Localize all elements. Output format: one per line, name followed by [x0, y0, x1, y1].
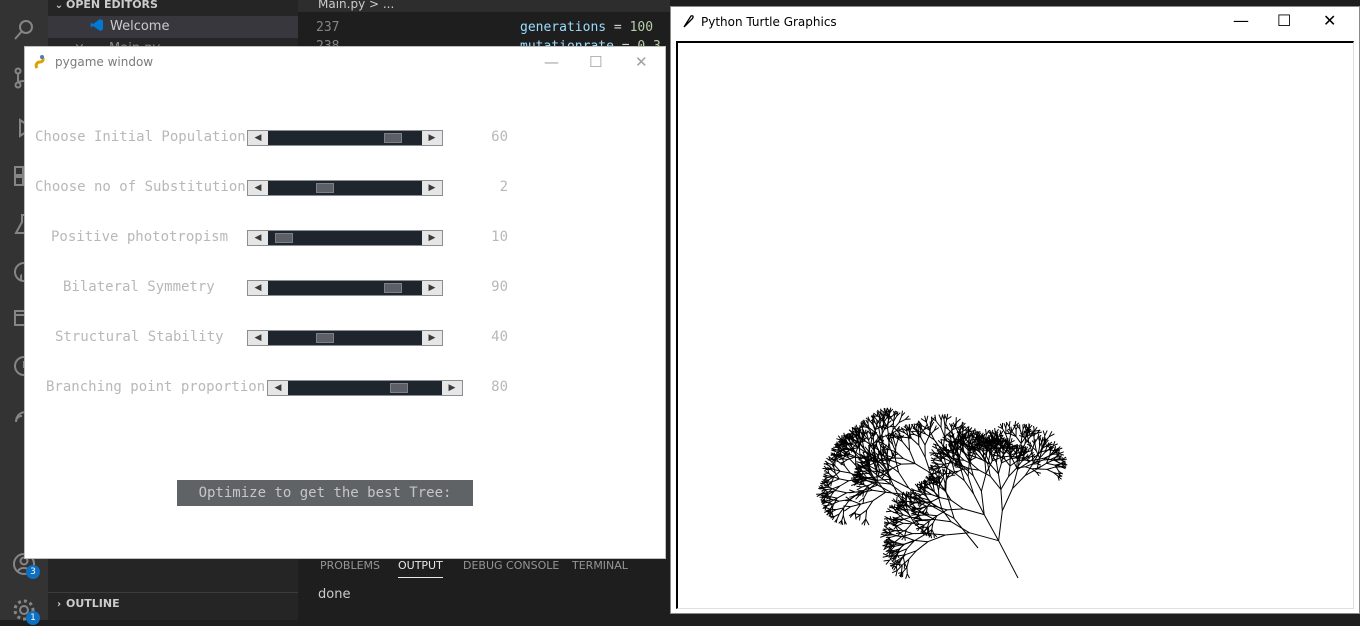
- slider-label: Bilateral Symmetry: [63, 279, 215, 295]
- arrow-right-icon[interactable]: ▶: [422, 231, 442, 245]
- tab-terminal[interactable]: TERMINAL: [572, 559, 628, 572]
- output-text: done: [318, 587, 350, 602]
- settings-badge: 1: [26, 611, 40, 625]
- line-number: 237: [316, 20, 339, 35]
- arrow-left-icon[interactable]: ◀: [268, 381, 288, 395]
- slider-value: 60: [468, 129, 508, 145]
- substitution-slider[interactable]: ◀ ▶: [247, 180, 443, 196]
- code-line[interactable]: generations = 100: [520, 20, 653, 35]
- arrow-left-icon[interactable]: ◀: [248, 181, 268, 195]
- slider-thumb[interactable]: [384, 133, 402, 143]
- slider-value: 40: [468, 329, 508, 345]
- arrow-right-icon[interactable]: ▶: [422, 281, 442, 295]
- tree-branches: [816, 408, 1067, 579]
- arrow-left-icon[interactable]: ◀: [248, 131, 268, 145]
- breadcrumb[interactable]: Main.py > ...: [318, 0, 394, 11]
- slider-label: Choose Initial Population: [35, 129, 246, 145]
- search-icon[interactable]: [12, 18, 36, 42]
- accounts-badge: 3: [26, 565, 40, 579]
- pygame-snake-icon: [33, 54, 49, 70]
- tab-problems[interactable]: PROBLEMS: [320, 559, 380, 572]
- arrow-right-icon[interactable]: ▶: [422, 131, 442, 145]
- slider-thumb[interactable]: [316, 183, 334, 193]
- slider-value: 10: [468, 229, 508, 245]
- arrow-right-icon[interactable]: ▶: [422, 331, 442, 345]
- slider-label: Branching point proportion: [46, 379, 265, 395]
- optimize-button[interactable]: Optimize to get the best Tree:: [177, 480, 473, 506]
- close-button[interactable]: ✕: [635, 53, 648, 71]
- tab-output[interactable]: OUTPUT: [398, 559, 443, 578]
- minimize-button[interactable]: —: [544, 53, 559, 71]
- open-editors-section[interactable]: ⌄OPEN EDITORS: [48, 0, 298, 16]
- open-editors-label: OPEN EDITORS: [66, 0, 158, 11]
- window-title: pygame window: [55, 55, 153, 69]
- chevron-down-icon: ⌄: [52, 0, 66, 17]
- open-editor-welcome[interactable]: Welcome: [48, 16, 298, 38]
- arrow-right-icon[interactable]: ▶: [442, 381, 462, 395]
- slider-label: Choose no of Substitution: [35, 179, 246, 195]
- fractal-tree-drawing: [678, 43, 1354, 609]
- arrow-left-icon[interactable]: ◀: [248, 231, 268, 245]
- maximize-button[interactable]: ☐: [1277, 11, 1291, 30]
- feather-icon: [681, 14, 695, 28]
- initial-population-slider[interactable]: ◀ ▶: [247, 130, 443, 146]
- minimize-button[interactable]: —: [1233, 11, 1249, 30]
- slider-label: Structural Stability: [55, 329, 224, 345]
- slider-thumb[interactable]: [384, 283, 402, 293]
- bottom-panel: PROBLEMS OUTPUT DEBUG CONSOLE TERMINAL d…: [298, 548, 670, 621]
- tab-debug-console[interactable]: DEBUG CONSOLE: [463, 559, 559, 572]
- branching-slider[interactable]: ◀ ▶: [267, 380, 463, 396]
- arrow-left-icon[interactable]: ◀: [248, 331, 268, 345]
- turtle-canvas[interactable]: [676, 41, 1354, 609]
- slider-label: Positive phototropism: [51, 229, 228, 245]
- editor-breadcrumb-bar: Main.py > ...: [298, 0, 670, 12]
- slider-value: 80: [468, 379, 508, 395]
- pygame-window: pygame window — ☐ ✕ Choose Initial Popul…: [25, 47, 665, 558]
- arrow-right-icon[interactable]: ▶: [422, 181, 442, 195]
- vscode-logo-icon: [90, 18, 104, 32]
- outline-section[interactable]: ›OUTLINE: [48, 592, 298, 615]
- turtle-window: Python Turtle Graphics — ☐ ✕: [670, 6, 1360, 614]
- maximize-button[interactable]: ☐: [589, 53, 602, 71]
- slider-thumb[interactable]: [390, 383, 408, 393]
- phototropism-slider[interactable]: ◀ ▶: [247, 230, 443, 246]
- chevron-right-icon: ›: [52, 594, 66, 616]
- close-button[interactable]: ✕: [1323, 11, 1336, 30]
- stability-slider[interactable]: ◀ ▶: [247, 330, 443, 346]
- welcome-label: Welcome: [110, 19, 169, 34]
- symmetry-slider[interactable]: ◀ ▶: [247, 280, 443, 296]
- slider-value: 2: [468, 179, 508, 195]
- window-title: Python Turtle Graphics: [701, 15, 837, 29]
- outline-label: OUTLINE: [66, 597, 120, 610]
- slider-thumb[interactable]: [316, 333, 334, 343]
- slider-value: 90: [468, 279, 508, 295]
- slider-thumb[interactable]: [275, 233, 293, 243]
- arrow-left-icon[interactable]: ◀: [248, 281, 268, 295]
